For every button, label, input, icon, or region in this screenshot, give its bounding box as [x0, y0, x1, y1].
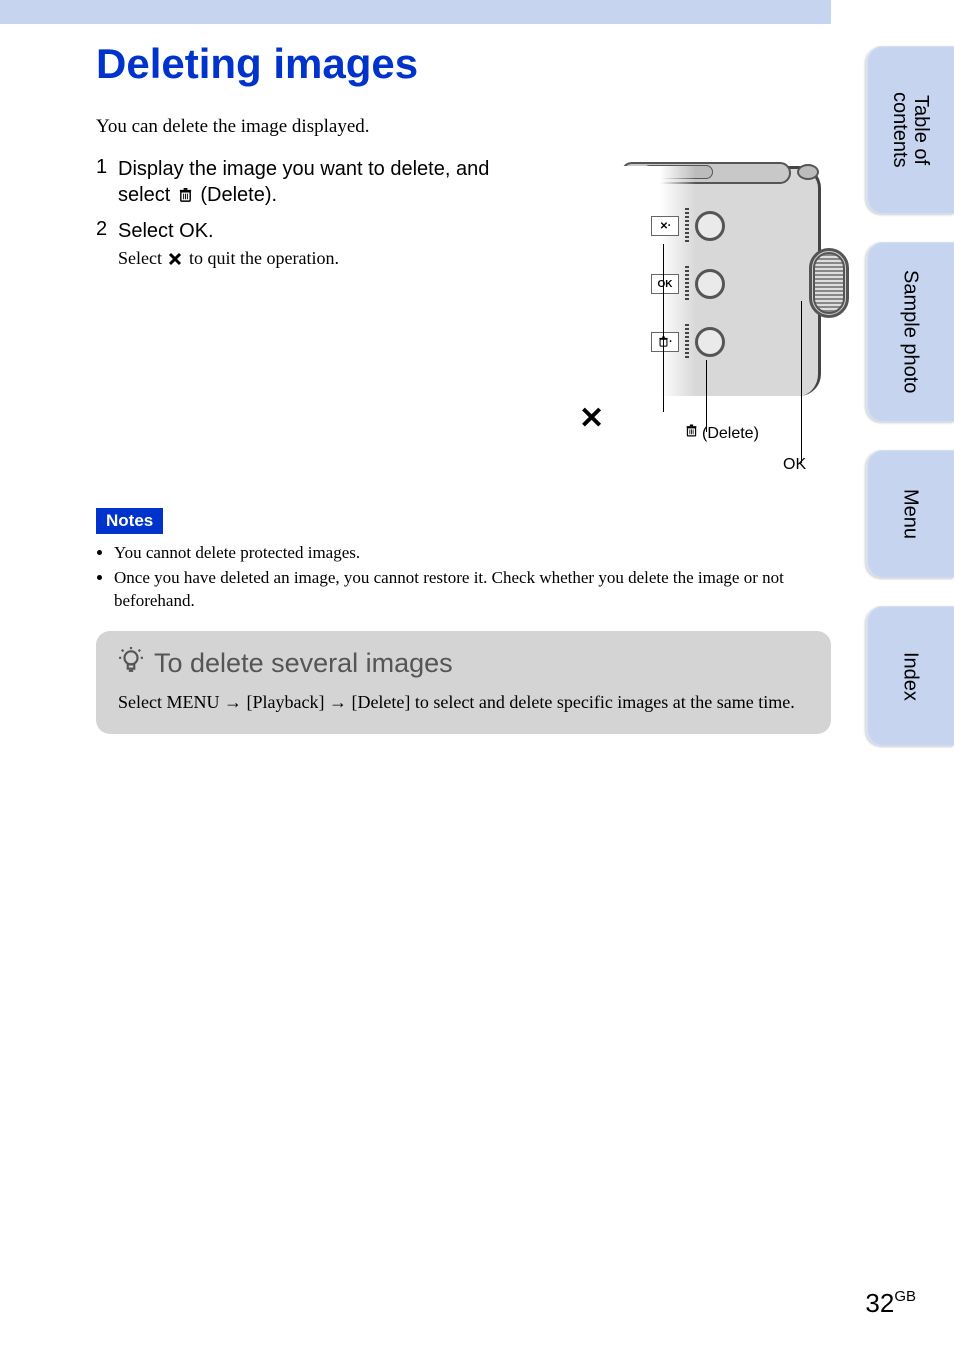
notes-list: You cannot delete protected images. Once… — [96, 542, 831, 613]
step-2-sub-before: Select — [118, 248, 166, 268]
illustration-label-x: ✕ — [579, 401, 604, 436]
camera-soft-button — [695, 211, 725, 241]
illustration-column: ✕• OK • — [551, 156, 831, 456]
tip-heading: To delete several images — [118, 647, 809, 680]
step-1-title-before: Display the image you want to delete, an… — [118, 158, 489, 206]
tab-menu[interactable]: Menu — [866, 450, 954, 578]
tip-body: Select MENU → [Playback] → [Delete] to s… — [118, 690, 809, 714]
tab-sample-label: Sample photo — [900, 270, 921, 393]
illustration-delete-text: (Delete) — [702, 425, 759, 443]
page-number-value: 32 — [865, 1288, 894, 1318]
tip-heading-text: To delete several images — [154, 648, 453, 679]
camera-soft-button — [695, 269, 725, 299]
trash-icon — [685, 424, 698, 443]
page-number: 32GB — [865, 1288, 916, 1319]
step-2: 2 Select OK. Select to quit the operatio… — [96, 218, 531, 271]
note-item: You cannot delete protected images. — [114, 542, 831, 565]
camera-delete-button-icon: • — [651, 332, 679, 352]
camera-x-button-icon: ✕• — [651, 216, 679, 236]
tab-index-label: Index — [900, 652, 921, 701]
page-number-suffix: GB — [894, 1288, 916, 1305]
tab-index[interactable]: Index — [866, 606, 954, 746]
side-tabs: Table ofcontents Sample photo Menu Index — [866, 46, 954, 774]
notes-badge: Notes — [96, 508, 163, 534]
tab-sample-photo[interactable]: Sample photo — [866, 242, 954, 422]
illustration-label-ok: OK — [783, 456, 806, 474]
steps-column: 1 Display the image you want to delete, … — [96, 156, 531, 456]
step-number: 1 — [96, 156, 118, 210]
camera-illustration: ✕• OK • — [551, 156, 831, 456]
trash-icon — [178, 184, 193, 210]
page-title: Deleting images — [96, 40, 831, 88]
tip-box: To delete several images Select MENU → [… — [96, 631, 831, 734]
tab-toc-line2: contents — [889, 92, 911, 168]
top-band — [0, 0, 831, 24]
note-item: Once you have deleted an image, you cann… — [114, 567, 831, 613]
illustration-label-delete: (Delete) — [685, 424, 759, 443]
tab-menu-label: Menu — [900, 489, 921, 539]
step-number: 2 — [96, 218, 118, 271]
camera-soft-button — [695, 327, 725, 357]
step-1-title: Display the image you want to delete, an… — [118, 156, 531, 210]
step-2-title: Select OK. — [118, 218, 531, 244]
step-2-sub-after: to quit the operation. — [184, 248, 338, 268]
two-column-layout: 1 Display the image you want to delete, … — [96, 156, 831, 456]
step-2-subtext: Select to quit the operation. — [118, 248, 531, 271]
tab-toc-line1: Table of — [910, 95, 932, 165]
step-1-title-after: (Delete). — [195, 184, 277, 206]
step-1: 1 Display the image you want to delete, … — [96, 156, 531, 210]
camera-ok-button-icon: OK — [651, 274, 679, 294]
tab-table-of-contents[interactable]: Table ofcontents — [866, 46, 954, 214]
intro-text: You can delete the image displayed. — [96, 116, 831, 138]
tip-icon — [118, 647, 144, 680]
x-icon — [168, 250, 182, 271]
main-content: Deleting images You can delete the image… — [96, 30, 831, 734]
